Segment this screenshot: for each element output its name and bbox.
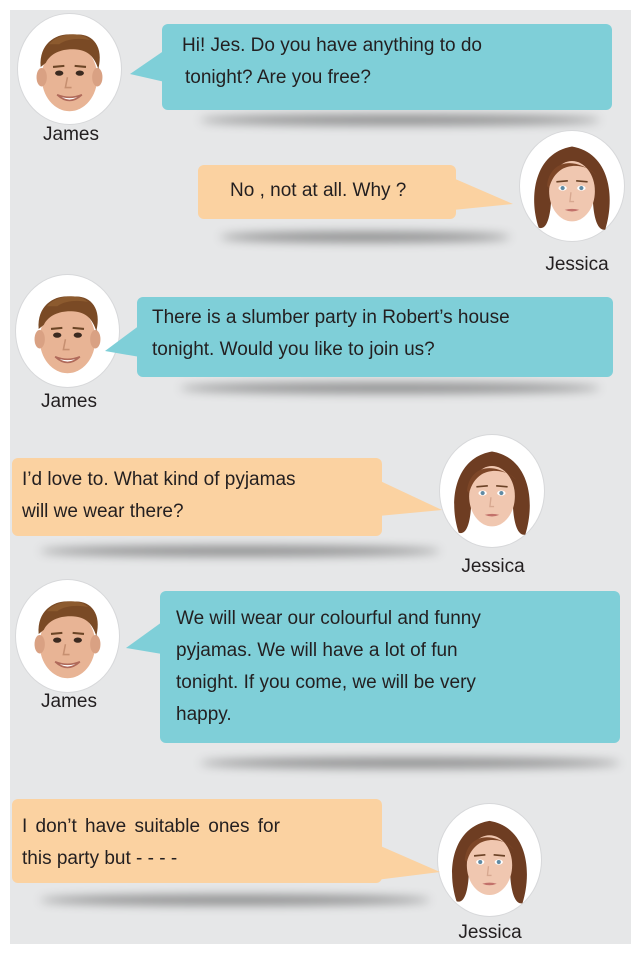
- bubble-shadow: [180, 383, 600, 393]
- message-line: I don’t have suitable ones for: [22, 816, 280, 837]
- jessica-avatar: [440, 435, 544, 547]
- message-line: tonight. If you come, we will be very: [176, 672, 476, 693]
- message-line: will we wear there?: [22, 501, 184, 522]
- james-avatar: [16, 580, 119, 692]
- bubble-shadow: [40, 895, 430, 905]
- message-bubble: I’d love to. What kind of pyjamas will w…: [12, 458, 382, 536]
- bubble-tail: [105, 325, 140, 357]
- speaker-name: Jessica: [545, 254, 609, 275]
- message-line: pyjamas. We will have a lot of fun: [176, 640, 458, 661]
- message-line: tonight? Are you free?: [185, 67, 371, 88]
- james-avatar: [16, 275, 119, 387]
- speaker-name: Jessica: [458, 922, 522, 943]
- message-line: There is a slumber party in Robert’s hou…: [152, 307, 510, 328]
- speaker-name: Jessica: [461, 556, 525, 577]
- message-line: We will wear our colourful and funny: [176, 608, 481, 629]
- message-line: I’d love to. What kind of pyjamas: [22, 469, 296, 490]
- message-line: this party but - - - -: [22, 848, 178, 869]
- james-avatar: [18, 14, 121, 124]
- james-portrait-icon: [18, 14, 121, 124]
- james-portrait-icon: [16, 275, 119, 387]
- jessica-portrait-icon: [438, 804, 541, 916]
- speaker-name: James: [41, 691, 97, 712]
- jessica-avatar: [520, 131, 624, 241]
- bubble-shadow: [220, 232, 510, 242]
- message-line: Hi! Jes. Do you have anything to do: [182, 35, 482, 56]
- bubble-tail: [130, 50, 165, 82]
- jessica-portrait-icon: [520, 131, 624, 241]
- jessica-portrait-icon: [440, 435, 544, 547]
- bubble-shadow: [40, 546, 440, 556]
- message-line: happy.: [176, 704, 232, 725]
- message-bubble: Hi! Jes. Do you have anything to do toni…: [162, 24, 612, 110]
- message-bubble: We will wear our colourful and funny pyj…: [160, 591, 620, 743]
- message-line: tonight. Would you like to join us?: [152, 339, 435, 360]
- speaker-name: James: [43, 124, 99, 145]
- bubble-tail: [126, 622, 162, 654]
- message-bubble: No , not at all. Why ?: [198, 165, 456, 219]
- speaker-name: James: [41, 391, 97, 412]
- message-line: No , not at all. Why ?: [230, 180, 407, 201]
- conversation-panel: James Hi! Jes. Do you have anything to d…: [10, 10, 631, 944]
- bubble-tail: [376, 844, 440, 880]
- bubble-shadow: [200, 758, 620, 768]
- bubble-shadow: [200, 115, 600, 125]
- james-portrait-icon: [16, 580, 119, 692]
- message-bubble: I don’t have suitable ones for this part…: [12, 799, 382, 883]
- bubble-tail: [378, 480, 442, 516]
- message-bubble: There is a slumber party in Robert’s hou…: [137, 297, 613, 377]
- jessica-avatar: [438, 804, 541, 916]
- bubble-tail: [453, 178, 513, 210]
